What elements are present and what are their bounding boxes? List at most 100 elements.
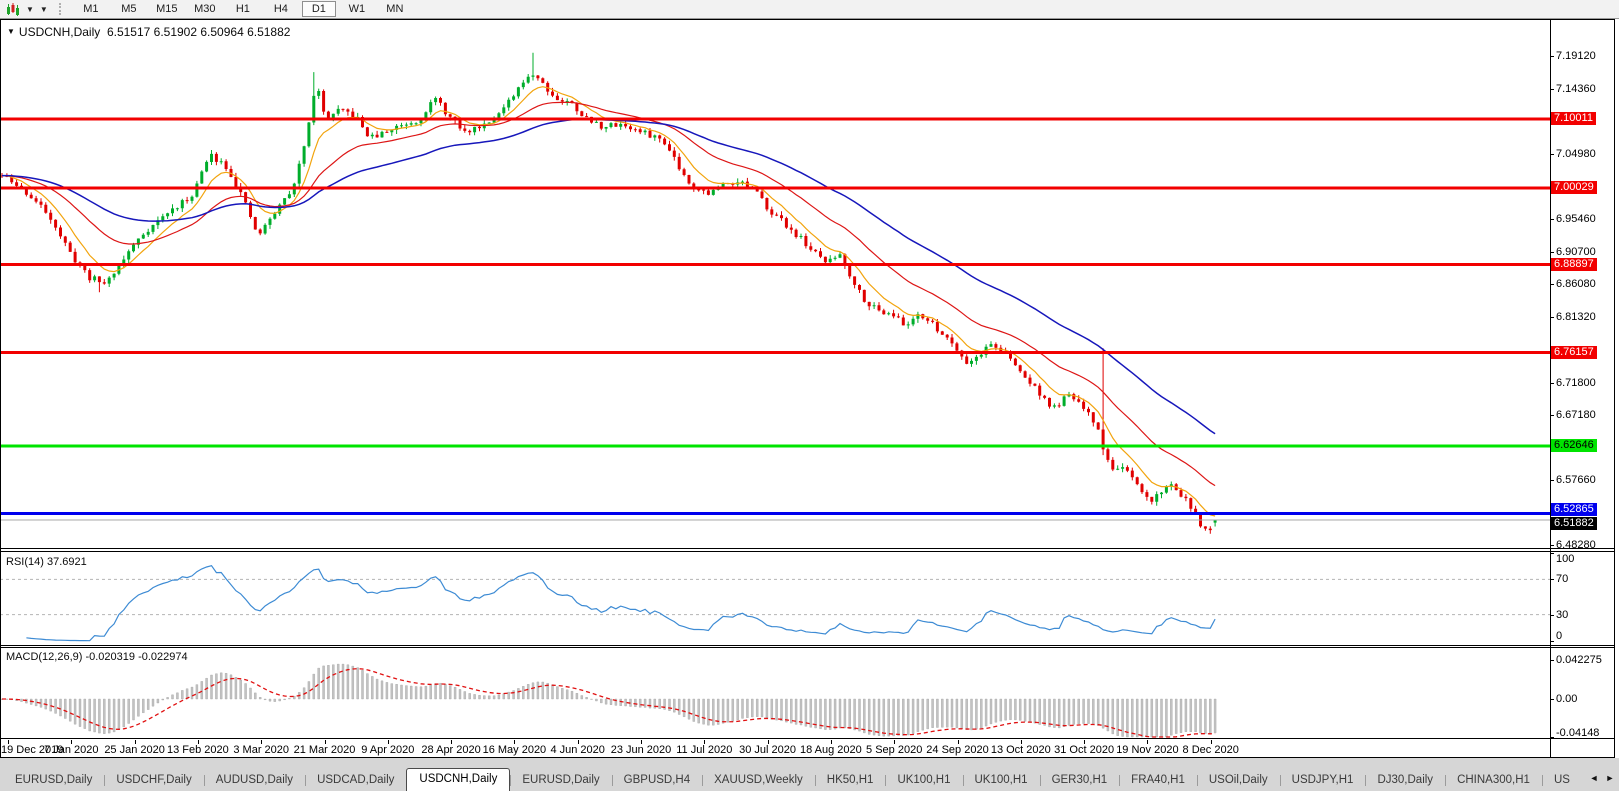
symbol-tab-usoil-daily[interactable]: USOil,Daily: [1196, 770, 1280, 791]
rsi-axis-label: 0: [1556, 630, 1563, 642]
symbol-tab-eurusd-daily[interactable]: EURUSD,Daily: [510, 770, 611, 791]
price-axis-label: 6.57660: [1556, 474, 1596, 487]
symbol-tab-uk100-h1[interactable]: UK100,H1: [962, 770, 1040, 791]
price-line-label: 6.52865: [1551, 503, 1597, 517]
timeframe-button-h1[interactable]: H1: [226, 1, 260, 17]
slow-ma-blue: [2, 118, 1216, 435]
price-hline: [0, 444, 1550, 448]
date-label: 18 Aug 2020: [799, 744, 862, 756]
macd-indicator-panel[interactable]: [0, 648, 1550, 739]
rsi-line: [26, 565, 1216, 642]
macd-axis-label: 0.042275: [1556, 654, 1602, 667]
price-hline: [0, 263, 1550, 267]
price-hline: [0, 351, 1550, 355]
rsi-axis-label: 30: [1556, 608, 1569, 621]
date-label: 9 Apr 2020: [361, 744, 415, 756]
date-label: 28 Apr 2020: [421, 744, 481, 756]
symbol-tab-xauusd-weekly[interactable]: XAUUSD,Weekly: [702, 770, 815, 791]
date-label: 5 Sep 2020: [866, 744, 923, 756]
rsi-axis-label: 70: [1556, 573, 1569, 586]
symbol-period-label: USDCNH,Daily: [18, 25, 101, 39]
date-label: 13 Oct 2020: [990, 744, 1051, 756]
date-label: 21 Mar 2020: [293, 744, 356, 756]
timeframe-button-w1[interactable]: W1: [340, 1, 374, 17]
price-axis-label: 6.86080: [1556, 278, 1596, 291]
date-label: 30 Jul 2020: [739, 744, 797, 756]
timeframe-button-m15[interactable]: M15: [150, 1, 184, 17]
symbol-tab-ger30-h1[interactable]: GER30,H1: [1039, 770, 1120, 791]
main-price-chart[interactable]: [0, 19, 1550, 549]
symbol-tab-fra40-h1[interactable]: FRA40,H1: [1119, 770, 1197, 791]
date-label: 11 Jul 2020: [676, 744, 733, 756]
price-axis-label: 6.71800: [1556, 376, 1596, 389]
symbol-tab-china300-h1[interactable]: CHINA300,H1: [1445, 770, 1542, 791]
timeframe-button-m1[interactable]: M1: [74, 1, 108, 17]
timeframe-button-m5[interactable]: M5: [112, 1, 146, 17]
symbol-tab-usdcnh-daily[interactable]: USDCNH,Daily: [406, 768, 511, 791]
symbol-collapse-caret-icon[interactable]: ▼: [7, 27, 15, 36]
date-label: 7 Jan 2020: [44, 744, 99, 756]
toolbar: ▼ ▼ M1 M5 M15 M30 H1 H4 D1 W1 MN: [0, 0, 1619, 19]
price-axis-label: 6.81320: [1556, 310, 1596, 323]
timeframe-button-d1[interactable]: D1: [301, 1, 336, 17]
macd-axis-label: 0.00: [1556, 693, 1578, 705]
price-axis-label: 6.95460: [1556, 213, 1596, 226]
price-hline: [0, 186, 1550, 190]
date-label: 31 Oct 2020: [1054, 744, 1115, 756]
price-line-label: 6.62646: [1551, 438, 1597, 452]
rsi-indicator-panel[interactable]: [0, 552, 1550, 645]
fast-ma-orange: [1, 86, 1216, 517]
rsi-axis-label: 100: [1556, 553, 1575, 565]
macd-histogram: [0, 663, 1217, 738]
price-axis-label: 7.19120: [1556, 50, 1596, 63]
symbol-tab-audusd-daily[interactable]: AUDUSD,Daily: [203, 770, 305, 791]
price-axis-label: 7.04980: [1556, 147, 1596, 160]
symbol-tab-usdcad-daily[interactable]: USDCAD,Daily: [305, 770, 406, 791]
toolbar-grip-handle[interactable]: [58, 3, 66, 15]
timeframe-button-m30[interactable]: M30: [188, 1, 222, 17]
medium-ma-red: [1, 101, 1216, 487]
timeframe-button-h4[interactable]: H4: [264, 1, 298, 17]
price-hline: [0, 511, 1550, 515]
price-line-label: 6.76157: [1551, 345, 1597, 359]
date-label: 25 Jan 2020: [104, 744, 165, 756]
ohlc-values: 6.51517 6.51902 6.50964 6.51882: [106, 25, 291, 39]
chart-type-icon[interactable]: [3, 2, 23, 16]
current-price-line: [0, 519, 1550, 521]
tabs-scroll-left-icon[interactable]: ◄: [1587, 771, 1601, 786]
current-price-label: 6.51882: [1551, 517, 1597, 531]
date-label: 3 Mar 2020: [233, 744, 290, 756]
symbol-tab-gbpusd-h4[interactable]: GBPUSD,H4: [611, 770, 702, 791]
symbol-tab-bar: EURUSD,Daily USDCHF,Daily AUDUSD,Daily USDC…: [0, 758, 1619, 791]
price-line-label: 6.88897: [1551, 257, 1597, 271]
price-hline: [0, 117, 1550, 121]
date-label: 4 Jun 2020: [550, 744, 605, 756]
symbol-tab-usdjpy-h1[interactable]: USDJPY,H1: [1279, 770, 1366, 791]
price-axis-label: 6.67180: [1556, 408, 1596, 421]
date-label: 16 May 2020: [482, 744, 547, 756]
symbol-tabs: EURUSD,Daily USDCHF,Daily AUDUSD,Daily USDC…: [3, 768, 1570, 791]
rsi-label: RSI(14) 37.6921: [6, 556, 87, 568]
date-label: 19 Nov 2020: [1116, 744, 1179, 756]
symbol-tab-dj30-daily[interactable]: DJ30,Daily: [1365, 770, 1445, 791]
tabs-scroll-right-icon[interactable]: ►: [1603, 771, 1617, 786]
symbol-tab-uk100-h1[interactable]: UK100,H1: [885, 770, 962, 791]
macd-label: MACD(12,26,9) -0.020319 -0.022974: [6, 651, 188, 663]
symbol-tab-usdchf-daily[interactable]: USDCHF,Daily: [104, 770, 203, 791]
date-label: 8 Dec 2020: [1182, 744, 1239, 756]
symbol-tab-eurusd-daily[interactable]: EURUSD,Daily: [3, 770, 104, 791]
timeframe-buttons: M1 M5 M15 M30 H1 H4 D1 W1 MN: [72, 1, 414, 17]
price-line-label: 7.10011: [1551, 111, 1596, 125]
price-line-label: 7.00029: [1551, 180, 1597, 194]
price-axis-label: 7.14360: [1556, 82, 1596, 95]
date-label: 13 Feb 2020: [167, 744, 229, 756]
date-label: 24 Sep 2020: [926, 744, 989, 756]
date-label: 23 Jun 2020: [610, 744, 672, 756]
chart-title: ▼ USDCNH,Daily 6.51517 6.51902 6.50964 6.…: [7, 25, 290, 39]
chart-type-dropdown-caret[interactable]: ▼: [26, 5, 34, 14]
symbol-tab-us[interactable]: US: [1541, 770, 1570, 791]
indicators-dropdown-caret[interactable]: ▼: [40, 5, 48, 14]
macd-signal-line: [2, 668, 1216, 738]
symbol-tab-hk50-h1[interactable]: HK50,H1: [814, 770, 886, 791]
timeframe-button-mn[interactable]: MN: [378, 1, 412, 17]
